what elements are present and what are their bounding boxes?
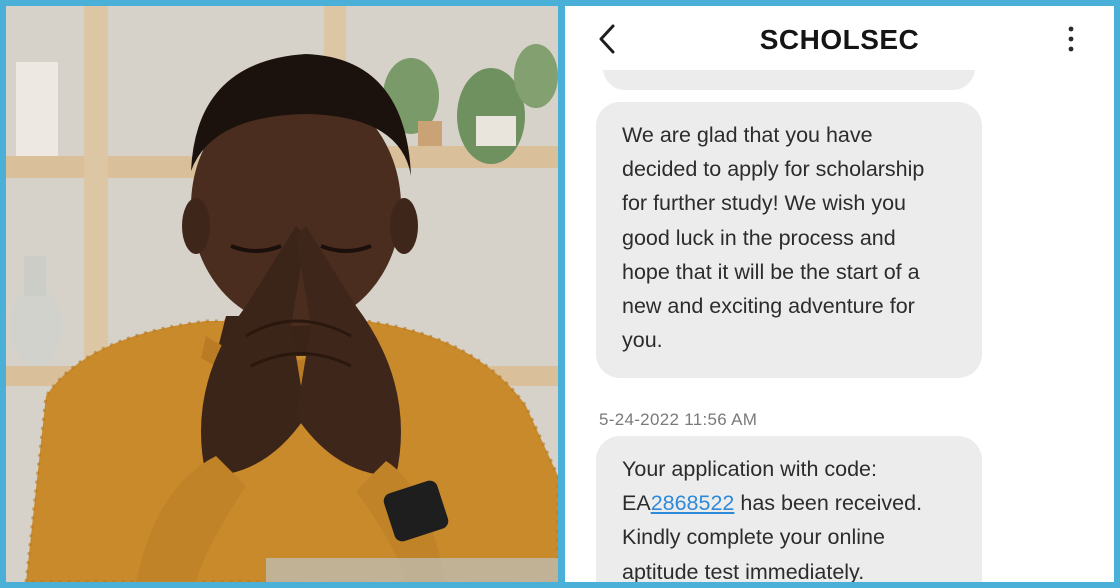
message-line: you. — [622, 328, 663, 353]
message-line: good luck in the process and — [622, 225, 896, 250]
message-line: new and exciting adventure for — [622, 294, 915, 319]
code-suffix: has been received. — [734, 491, 923, 516]
sms-conversation: SCHOLSEC We are glad that you have decid… — [565, 6, 1114, 582]
message-line: We are glad that you have — [622, 123, 873, 147]
message-line: Your application with code: — [622, 457, 877, 481]
message-timestamp: 5-24-2022 11:56 AM — [599, 410, 758, 429]
code-prefix: EA — [622, 491, 651, 516]
message-line-code: EA2868522 has been received. — [622, 486, 958, 520]
message-line: Kindly complete your online — [622, 525, 885, 550]
more-vertical-icon[interactable] — [1064, 24, 1078, 54]
message-line: aptitude test immediately. — [622, 559, 865, 582]
message-line: for further study! We wish you — [622, 191, 906, 216]
message-bubble-welcome[interactable]: We are glad that you have decided to app… — [596, 102, 982, 378]
message-line: decided to apply for scholarship — [622, 157, 925, 182]
sender-name: SCHOLSEC — [759, 24, 920, 55]
conversation-header: SCHOLSEC — [565, 6, 1114, 70]
stock-photo — [6, 6, 558, 582]
message-bubble-application[interactable]: Your application with code: EA2868522 ha… — [596, 436, 982, 582]
photo-illustration — [6, 6, 558, 582]
application-code-link[interactable]: 2868522 — [651, 491, 735, 515]
shelf-left — [6, 156, 216, 178]
message-line: hope that it will be the start of a — [622, 259, 920, 284]
